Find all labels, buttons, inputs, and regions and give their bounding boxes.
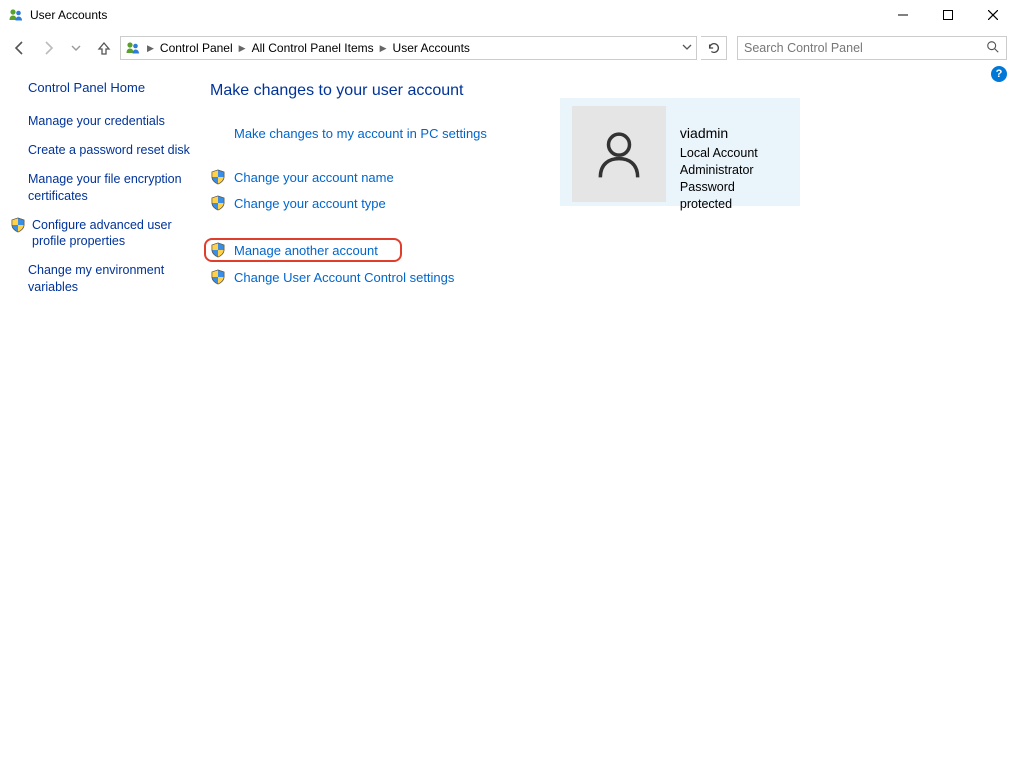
- forward-button[interactable]: [36, 36, 60, 60]
- chevron-right-icon[interactable]: ▶: [237, 43, 248, 54]
- search-icon[interactable]: [986, 40, 1000, 57]
- minimize-button[interactable]: [880, 0, 925, 30]
- window-title: User Accounts: [30, 8, 107, 22]
- breadcrumb-item[interactable]: Control Panel: [160, 41, 233, 55]
- shield-icon: [210, 269, 226, 285]
- titlebar: User Accounts: [0, 0, 1015, 30]
- navigation-row: ▶ Control Panel ▶ All Control Panel Item…: [0, 30, 1015, 66]
- back-button[interactable]: [8, 36, 32, 60]
- sidebar-link-password-reset-disk[interactable]: Create a password reset disk: [28, 142, 200, 159]
- user-account-card[interactable]: viadmin Local Account Administrator Pass…: [560, 98, 800, 206]
- shield-icon: [10, 217, 26, 233]
- maximize-button[interactable]: [925, 0, 970, 30]
- sidebar-link-env-variables[interactable]: Change my environment variables: [28, 262, 200, 296]
- sidebar-link-advanced-profile[interactable]: Configure advanced user profile properti…: [10, 217, 200, 251]
- search-input[interactable]: Search Control Panel: [737, 36, 1007, 60]
- shield-icon: [210, 169, 226, 185]
- content-area: Control Panel Home Manage your credentia…: [0, 66, 1015, 308]
- chevron-right-icon[interactable]: ▶: [145, 43, 156, 54]
- chevron-right-icon[interactable]: ▶: [378, 43, 389, 54]
- sidebar-link-file-encryption-certs[interactable]: Manage your file encryption certificates: [28, 171, 200, 205]
- recent-locations-button[interactable]: [64, 36, 88, 60]
- address-bar[interactable]: ▶ Control Panel ▶ All Control Panel Item…: [120, 36, 697, 60]
- sidebar-link-manage-credentials[interactable]: Manage your credentials: [28, 113, 200, 130]
- address-dropdown-icon[interactable]: [682, 41, 692, 55]
- refresh-button[interactable]: [701, 36, 727, 60]
- user-name: viadmin: [680, 124, 788, 143]
- breadcrumb-item[interactable]: User Accounts: [393, 41, 470, 55]
- shield-icon: [210, 195, 226, 211]
- avatar: [572, 106, 666, 202]
- close-button[interactable]: [970, 0, 1015, 30]
- control-panel-home-link[interactable]: Control Panel Home: [28, 80, 200, 95]
- up-button[interactable]: [92, 36, 116, 60]
- search-placeholder: Search Control Panel: [744, 41, 863, 55]
- user-accounts-app-icon: [8, 7, 24, 23]
- user-info: viadmin Local Account Administrator Pass…: [680, 108, 788, 212]
- shield-icon: [210, 242, 226, 258]
- user-account-type: Local Account: [680, 145, 788, 162]
- task-link-change-uac[interactable]: Change User Account Control settings: [210, 266, 995, 288]
- task-link-manage-another-account-highlighted[interactable]: Manage another account: [204, 238, 402, 262]
- user-role: Administrator: [680, 162, 788, 179]
- user-password-status: Password protected: [680, 179, 788, 213]
- sidebar: Control Panel Home Manage your credentia…: [0, 80, 210, 308]
- address-bar-icon: [125, 40, 141, 56]
- breadcrumb-item[interactable]: All Control Panel Items: [252, 41, 374, 55]
